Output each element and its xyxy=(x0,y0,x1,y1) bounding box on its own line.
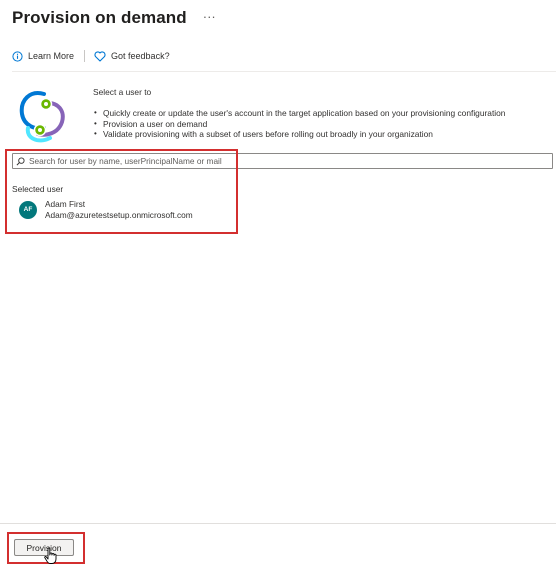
toolbar-divider-line xyxy=(12,71,556,72)
more-options-button[interactable]: ··· xyxy=(203,9,216,24)
heart-icon xyxy=(94,50,106,62)
command-bar: Learn More Got feedback? xyxy=(12,50,170,62)
intro-bullet: Provision a user on demand xyxy=(94,119,505,130)
footer-divider xyxy=(0,523,556,524)
intro-section: Select a user to Quickly create or updat… xyxy=(93,87,505,140)
intro-bullet: Validate provisioning with a subset of u… xyxy=(94,129,505,140)
intro-bullet: Quickly create or update the user's acco… xyxy=(94,108,505,119)
provisioning-logo-icon xyxy=(16,86,70,146)
page-header: Provision on demand ··· xyxy=(12,8,216,28)
intro-heading: Select a user to xyxy=(93,87,152,97)
feedback-button[interactable]: Got feedback? xyxy=(94,50,170,62)
learn-more-label: Learn More xyxy=(28,51,75,61)
learn-more-button[interactable]: Learn More xyxy=(12,50,75,62)
page-title: Provision on demand xyxy=(12,8,187,27)
info-icon xyxy=(12,50,23,62)
toolbar-divider xyxy=(84,50,86,62)
search-highlight-box xyxy=(5,149,238,234)
intro-bullet-list: Quickly create or update the user's acco… xyxy=(93,108,505,140)
feedback-label: Got feedback? xyxy=(111,51,170,61)
